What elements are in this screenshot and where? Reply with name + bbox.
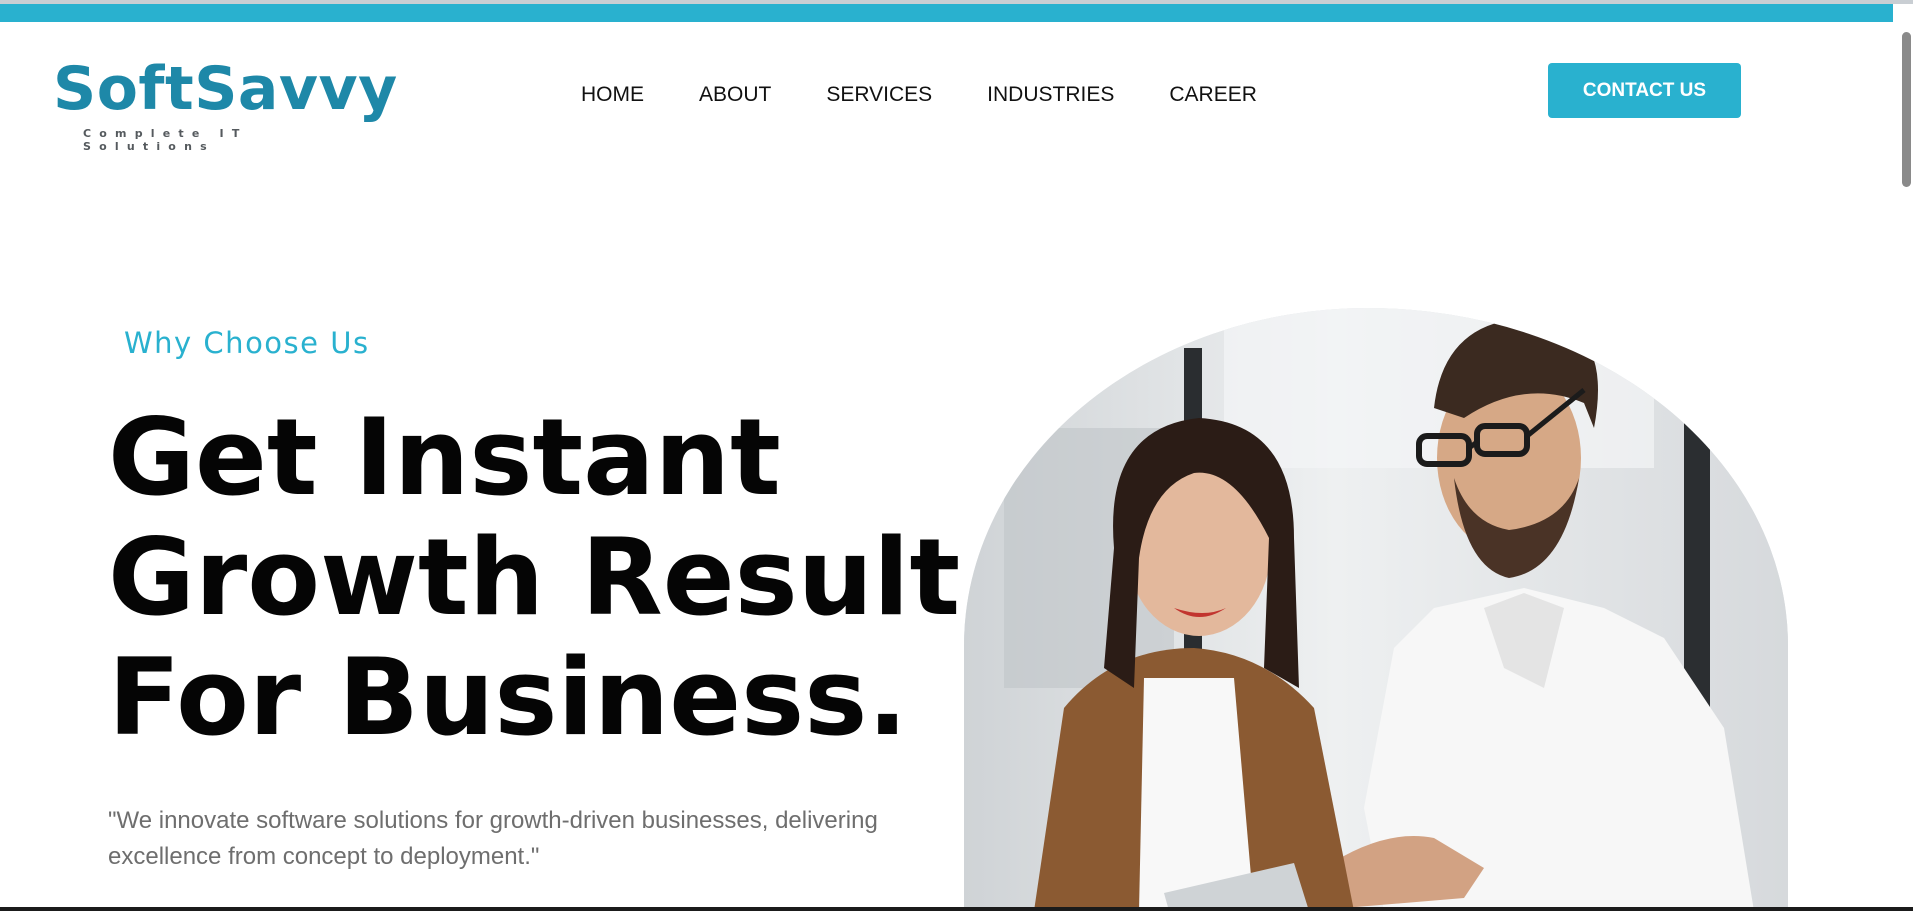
- logo-wordmark: SoftSavvy: [53, 54, 398, 124]
- main-nav: HOME ABOUT SERVICES INDUSTRIES CAREER: [581, 80, 1257, 110]
- team-illustration: [964, 308, 1788, 911]
- page-scrollbar[interactable]: [1893, 22, 1913, 911]
- browser-bottom-edge: [0, 907, 1913, 911]
- nav-item-services[interactable]: SERVICES: [826, 80, 932, 110]
- hero-headline: Get Instant Growth Result For Business.: [108, 398, 968, 758]
- logo-tagline: Complete IT Solutions: [83, 127, 248, 153]
- headline-line-2: Growth Result: [108, 516, 961, 639]
- nav-item-home[interactable]: HOME: [581, 80, 644, 110]
- hero-team-photo: [964, 308, 1788, 911]
- contact-us-button[interactable]: CONTACT US: [1548, 63, 1741, 118]
- nav-item-industries[interactable]: INDUSTRIES: [987, 80, 1114, 110]
- hero-eyebrow: Why Choose Us: [124, 326, 370, 360]
- scrollbar-thumb[interactable]: [1902, 32, 1911, 187]
- headline-line-3: For Business.: [108, 636, 908, 759]
- accent-top-bar: [0, 4, 1893, 22]
- nav-item-career[interactable]: CAREER: [1169, 80, 1257, 110]
- nav-item-about[interactable]: ABOUT: [699, 80, 771, 110]
- hero-lead-text: "We innovate software solutions for grow…: [108, 807, 878, 870]
- site-logo[interactable]: SoftSavvy Complete IT Solutions: [53, 52, 397, 153]
- headline-line-1: Get Instant: [108, 396, 781, 519]
